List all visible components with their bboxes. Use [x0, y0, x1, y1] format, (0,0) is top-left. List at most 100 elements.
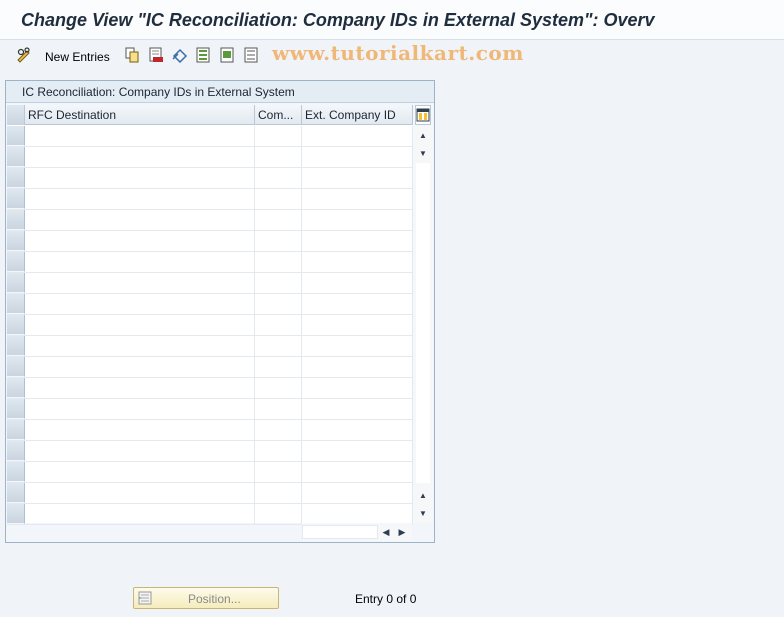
row-selector-button[interactable]: [7, 294, 25, 314]
ext-company-id-cell[interactable]: [302, 168, 413, 188]
company-cell[interactable]: [255, 210, 302, 230]
company-cell[interactable]: [255, 273, 302, 293]
scroll-right-icon[interactable]: ▶: [394, 524, 410, 540]
ext-company-id-cell[interactable]: [302, 210, 413, 230]
delete-icon[interactable]: [148, 47, 164, 63]
rfc-destination-cell[interactable]: [25, 357, 255, 377]
horizontal-scrollbar[interactable]: ◀ ▶: [302, 523, 412, 541]
row-selector-button[interactable]: [7, 378, 25, 398]
scroll-track[interactable]: [416, 163, 430, 483]
company-cell[interactable]: [255, 357, 302, 377]
table-row[interactable]: [7, 294, 413, 315]
ext-company-id-cell[interactable]: [302, 336, 413, 356]
row-selector-button[interactable]: [7, 189, 25, 209]
table-row[interactable]: [7, 441, 413, 462]
rfc-destination-cell[interactable]: [25, 336, 255, 356]
table-row[interactable]: [7, 189, 413, 210]
rfc-destination-cell[interactable]: [25, 462, 255, 482]
table-row[interactable]: [7, 210, 413, 231]
row-selector-button[interactable]: [7, 252, 25, 272]
rfc-destination-cell[interactable]: [25, 378, 255, 398]
company-cell[interactable]: [255, 399, 302, 419]
company-cell[interactable]: [255, 420, 302, 440]
table-row[interactable]: [7, 273, 413, 294]
table-row[interactable]: [7, 336, 413, 357]
company-cell[interactable]: [255, 504, 302, 524]
select-all-icon[interactable]: [196, 47, 212, 63]
rfc-destination-cell[interactable]: [25, 147, 255, 167]
ext-company-id-cell[interactable]: [302, 462, 413, 482]
rfc-destination-cell[interactable]: [25, 210, 255, 230]
company-cell[interactable]: [255, 294, 302, 314]
scroll-left-icon[interactable]: ◀: [378, 524, 394, 540]
table-row[interactable]: [7, 315, 413, 336]
scroll-down-page-icon[interactable]: ▼: [415, 145, 431, 161]
rfc-destination-cell[interactable]: [25, 231, 255, 251]
company-cell[interactable]: [255, 189, 302, 209]
scroll-up-page-icon[interactable]: ▲: [415, 487, 431, 503]
table-row[interactable]: [7, 231, 413, 252]
row-selector-button[interactable]: [7, 231, 25, 251]
column-header-company[interactable]: Com...: [255, 105, 302, 125]
rfc-destination-cell[interactable]: [25, 126, 255, 146]
ext-company-id-cell[interactable]: [302, 441, 413, 461]
company-cell[interactable]: [255, 378, 302, 398]
select-block-icon[interactable]: [220, 47, 236, 63]
row-selector-button[interactable]: [7, 357, 25, 377]
table-row[interactable]: [7, 399, 413, 420]
row-selector-button[interactable]: [7, 441, 25, 461]
company-cell[interactable]: [255, 231, 302, 251]
ext-company-id-cell[interactable]: [302, 399, 413, 419]
company-cell[interactable]: [255, 168, 302, 188]
row-selector-button[interactable]: [7, 420, 25, 440]
scroll-down-icon[interactable]: ▼: [415, 505, 431, 521]
company-cell[interactable]: [255, 126, 302, 146]
ext-company-id-cell[interactable]: [302, 189, 413, 209]
rfc-destination-cell[interactable]: [25, 504, 255, 524]
row-selector-button[interactable]: [7, 399, 25, 419]
company-cell[interactable]: [255, 462, 302, 482]
row-selector-button[interactable]: [7, 504, 25, 524]
table-row[interactable]: [7, 420, 413, 441]
copy-icon[interactable]: [124, 47, 140, 63]
glasses-pencil-icon[interactable]: [16, 47, 32, 63]
table-row[interactable]: [7, 147, 413, 168]
table-settings-icon[interactable]: [415, 105, 431, 125]
rfc-destination-cell[interactable]: [25, 168, 255, 188]
rfc-destination-cell[interactable]: [25, 441, 255, 461]
row-selector-button[interactable]: [7, 336, 25, 356]
rfc-destination-cell[interactable]: [25, 315, 255, 335]
company-cell[interactable]: [255, 483, 302, 503]
ext-company-id-cell[interactable]: [302, 378, 413, 398]
column-header-ext-company-id[interactable]: Ext. Company ID: [302, 105, 413, 125]
table-row[interactable]: [7, 357, 413, 378]
ext-company-id-cell[interactable]: [302, 357, 413, 377]
horizontal-scroll-track[interactable]: [302, 525, 378, 539]
row-selector-button[interactable]: [7, 147, 25, 167]
rfc-destination-cell[interactable]: [25, 294, 255, 314]
row-selector-button[interactable]: [7, 315, 25, 335]
table-row[interactable]: [7, 378, 413, 399]
select-all-rows-button[interactable]: [7, 105, 25, 125]
ext-company-id-cell[interactable]: [302, 273, 413, 293]
row-selector-button[interactable]: [7, 462, 25, 482]
position-button[interactable]: Position...: [133, 587, 279, 609]
table-row[interactable]: [7, 168, 413, 189]
rfc-destination-cell[interactable]: [25, 252, 255, 272]
ext-company-id-cell[interactable]: [302, 294, 413, 314]
deselect-all-icon[interactable]: [244, 47, 260, 63]
company-cell[interactable]: [255, 336, 302, 356]
table-row[interactable]: [7, 504, 413, 525]
company-cell[interactable]: [255, 252, 302, 272]
rfc-destination-cell[interactable]: [25, 399, 255, 419]
rfc-destination-cell[interactable]: [25, 273, 255, 293]
row-selector-button[interactable]: [7, 168, 25, 188]
company-cell[interactable]: [255, 315, 302, 335]
ext-company-id-cell[interactable]: [302, 504, 413, 524]
ext-company-id-cell[interactable]: [302, 420, 413, 440]
row-selector-button[interactable]: [7, 126, 25, 146]
vertical-scrollbar[interactable]: ▲ ▼ ▲ ▼: [413, 105, 433, 523]
ext-company-id-cell[interactable]: [302, 231, 413, 251]
ext-company-id-cell[interactable]: [302, 483, 413, 503]
row-selector-button[interactable]: [7, 210, 25, 230]
